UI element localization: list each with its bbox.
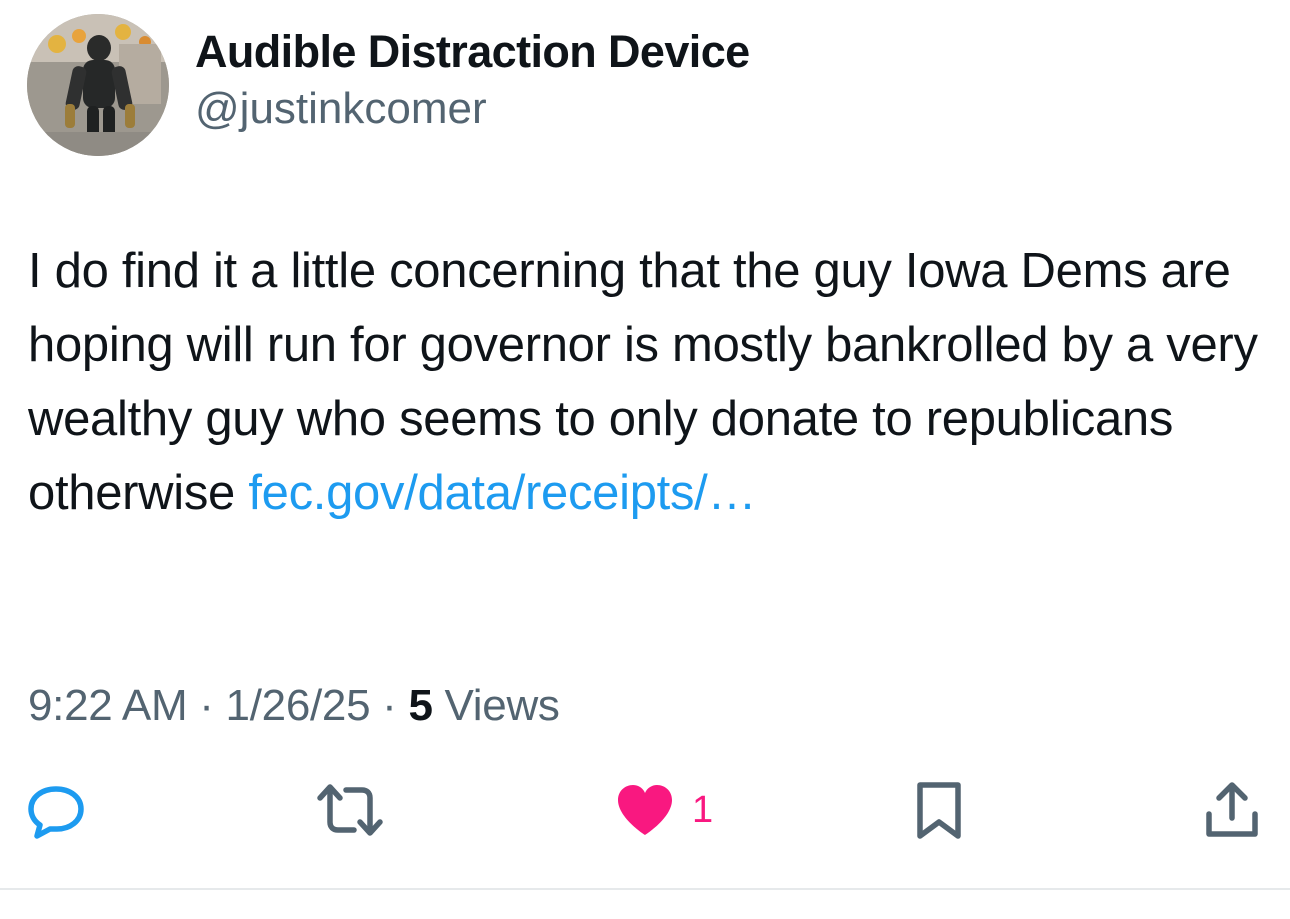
heart-icon [618,785,672,835]
reply-button[interactable] [26,778,86,842]
like-count: 1 [692,789,714,831]
timestamp-date[interactable]: 1/26/25 [226,681,371,730]
display-name[interactable]: Audible Distraction Device [195,25,750,79]
avatar-photo [27,14,169,156]
share-button[interactable] [1204,778,1260,842]
timestamp-time[interactable]: 9:22 AM [28,681,188,730]
avatar[interactable] [27,14,169,156]
views-count: 5 [408,681,433,730]
views-label: Views [432,681,560,730]
action-bar: 1 [0,778,1290,842]
like-button[interactable]: 1 [616,778,713,842]
divider [0,888,1290,890]
tweet-meta: 9:22 AM · 1/26/25 · 5 Views [28,676,560,736]
bookmark-icon [917,782,961,839]
share-upload-icon [1206,782,1258,837]
tweet-header: Audible Distraction Device @justinkcomer [27,14,750,156]
bookmark-button[interactable] [914,778,964,842]
retweet-button[interactable] [316,778,384,842]
meta-separator: · [187,681,226,730]
meta-separator: · [370,681,409,730]
retweet-arrows-icon [317,784,383,836]
speech-bubble-icon [28,786,84,839]
tweet-body: I do find it a little concerning that th… [28,234,1268,530]
author-names: Audible Distraction Device @justinkcomer [195,25,750,137]
user-handle[interactable]: @justinkcomer [195,81,750,137]
tweet-link[interactable]: fec.gov/data/receipts/… [248,466,756,520]
